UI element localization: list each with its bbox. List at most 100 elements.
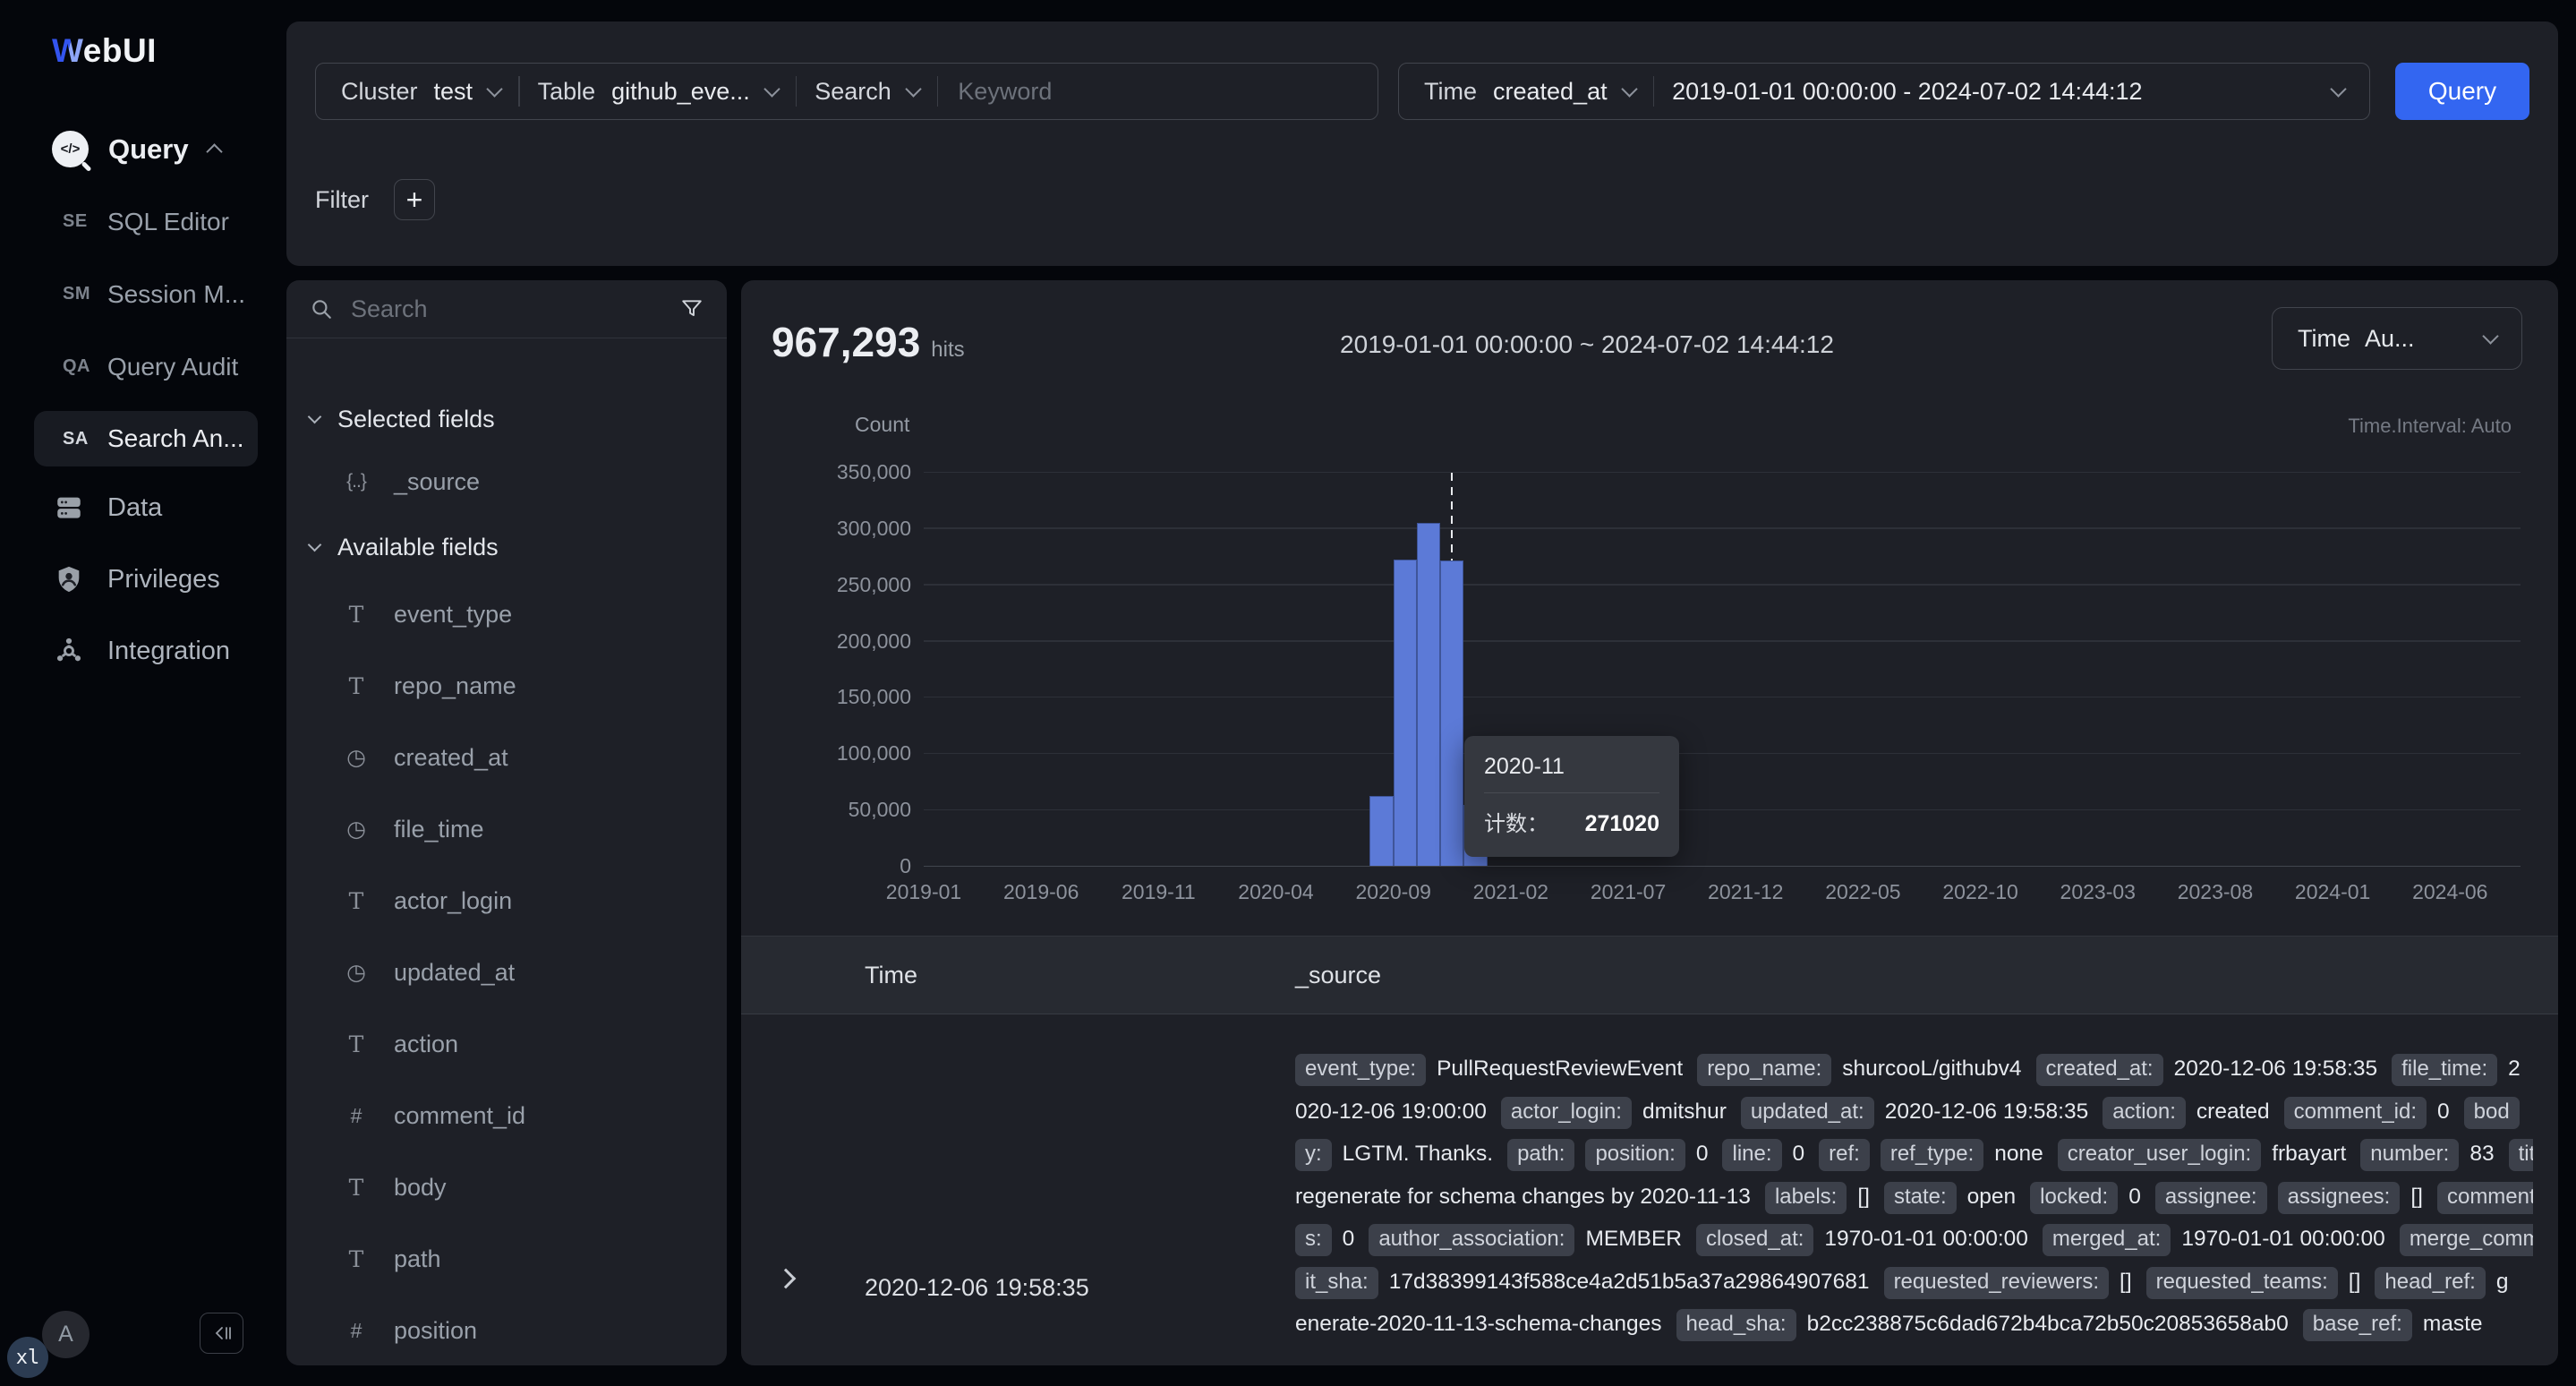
chevron-down-icon[interactable]	[2330, 81, 2346, 97]
cluster-label: Cluster	[341, 78, 418, 106]
source-value: 020-12-06 19:00:00	[1295, 1099, 1487, 1124]
x-axis: 2019-012019-062019-112020-042020-092021-…	[924, 880, 2521, 912]
sidebar-query-items: SE SQL Editor SM Session M... QA Query A…	[0, 185, 286, 475]
source-key-badge: comment_id:	[2284, 1097, 2427, 1129]
field-item[interactable]: T body	[286, 1151, 727, 1223]
chart-bar[interactable]	[1394, 560, 1417, 866]
sidebar-item-data[interactable]: Data	[0, 472, 286, 543]
source-value: 0	[1696, 1142, 1709, 1166]
avatar[interactable]: A	[42, 1311, 90, 1358]
source-value: shurcooL/githubv4	[1842, 1057, 2021, 1081]
time-dd-value: Au...	[2365, 325, 2415, 353]
y-axis: 050,000100,000150,000200,000250,000300,0…	[741, 473, 913, 867]
y-axis-tick: 0	[741, 854, 911, 878]
field-item[interactable]: ◷ updated_at	[286, 937, 727, 1008]
chart-bar[interactable]	[1369, 796, 1393, 866]
tooltip-row: 计数： 271020	[1484, 806, 1659, 837]
item-abbr: SE	[63, 211, 107, 232]
available-fields-header[interactable]: Available fields	[286, 516, 727, 578]
field-item[interactable]: T path	[286, 1223, 727, 1295]
nav-label: Data	[107, 493, 162, 523]
field-label: action	[394, 1031, 458, 1058]
source-line: event_type:PullRequestReviewEventrepo_na…	[1295, 1048, 2533, 1091]
time-field-value: created_at	[1493, 78, 1608, 106]
source-cell: event_type:PullRequestReviewEventrepo_na…	[1262, 1014, 2558, 1365]
field-type-icon: #	[338, 1319, 374, 1343]
gridline	[924, 640, 2521, 642]
x-axis-tick: 2023-08	[2178, 880, 2253, 904]
sidebar-item-privileges[interactable]: Privileges	[0, 543, 286, 615]
gridline	[924, 697, 2521, 698]
tooltip-divider	[1484, 792, 1659, 793]
source-key-badge: head_ref:	[2375, 1267, 2485, 1299]
table-select[interactable]: Table github_eve...	[538, 78, 778, 106]
filter-funnel-icon[interactable]	[680, 297, 704, 321]
field-item[interactable]: T event_type	[286, 578, 727, 650]
x-axis-tick: 2020-09	[1355, 880, 1430, 904]
sidebar-item-session-management[interactable]: SM Session M...	[0, 258, 286, 330]
source-line: it_sha:17d38399143f588ce4a2d51b5a37a2986…	[1295, 1261, 2533, 1304]
source-key-badge: position:	[1585, 1139, 1685, 1171]
time-field-select[interactable]: Time created_at	[1424, 78, 1635, 106]
sidebar-section-label: Query	[108, 133, 189, 166]
time-interval-dropdown[interactable]: Time Au...	[2272, 307, 2522, 370]
chevron-down-icon	[2482, 328, 2498, 344]
database-icon	[54, 492, 84, 523]
search-type-select[interactable]: Search	[815, 78, 919, 106]
source-key-badge: assignees:	[2278, 1182, 2401, 1214]
user-badge[interactable]: xl	[7, 1337, 48, 1378]
query-button[interactable]: Query	[2395, 63, 2529, 120]
sidebar-item-sql-editor[interactable]: SE SQL Editor	[0, 185, 286, 258]
y-axis-tick: 350,000	[741, 460, 911, 484]
field-item[interactable]: T actor_login	[286, 865, 727, 937]
chevron-down-icon	[1621, 81, 1637, 97]
source-value: 1970-01-01 00:00:00	[1824, 1227, 2028, 1251]
field-item[interactable]: T action	[286, 1008, 727, 1080]
source-value: 2020-12-06 19:58:35	[1885, 1099, 2089, 1124]
chart-bar[interactable]	[1440, 560, 1463, 866]
gridline	[924, 753, 2521, 755]
field-item[interactable]: T repo_name	[286, 650, 727, 722]
time-range-value[interactable]: 2019-01-01 00:00:00 - 2024-07-02 14:44:1…	[1672, 78, 2142, 106]
source-key-badge: action:	[2103, 1097, 2186, 1129]
chart-bar[interactable]	[1417, 523, 1440, 866]
field-item-source[interactable]: {..} _source	[286, 448, 727, 516]
results-range-title: 2019-01-01 00:00:00 ~ 2024-07-02 14:44:1…	[741, 330, 2433, 359]
source-value: []	[2410, 1185, 2423, 1209]
source-key-badge: locked:	[2030, 1182, 2118, 1214]
sidebar-item-search-analytics[interactable]: SA Search An...	[34, 411, 258, 466]
tooltip-label: 计数：	[1484, 806, 1548, 837]
sidebar-item-integration[interactable]: Integration	[0, 615, 286, 687]
fields-search-input[interactable]	[349, 295, 664, 324]
add-filter-button[interactable]: +	[394, 179, 435, 220]
app-logo: WebUI	[52, 32, 157, 70]
source-key-badge: creator_user_login:	[2058, 1139, 2261, 1171]
expand-row-button[interactable]	[741, 1014, 831, 1365]
source-value: 17d38399143f588ce4a2d51b5a37a29864907681	[1389, 1270, 1870, 1294]
source-key-badge: merged_at:	[2043, 1224, 2171, 1256]
table-header: Time _source	[741, 936, 2558, 1014]
gridline	[924, 584, 2521, 586]
shield-user-icon	[54, 564, 84, 595]
source-value: 0	[2128, 1185, 2141, 1209]
collapse-sidebar-button[interactable]	[200, 1313, 243, 1354]
field-item[interactable]: # position	[286, 1295, 727, 1365]
source-key-badge: event_type:	[1295, 1054, 1426, 1086]
table-row[interactable]: 2020-12-06 19:58:35 event_type:PullReque…	[741, 1014, 2558, 1365]
cluster-select[interactable]: Cluster test	[341, 78, 500, 106]
source-key-badge: requested_teams:	[2146, 1267, 2338, 1299]
logo-rest: ebUI	[83, 32, 157, 69]
sidebar-item-query-audit[interactable]: QA Query Audit	[0, 330, 286, 403]
field-item[interactable]: ◷ file_time	[286, 793, 727, 865]
source-key-badge: base_ref:	[2303, 1309, 2412, 1341]
field-item[interactable]: ◷ created_at	[286, 722, 727, 793]
selected-fields-header[interactable]: Selected fields	[286, 390, 727, 448]
field-item[interactable]: # comment_id	[286, 1080, 727, 1151]
query-bar-card: Cluster test Table github_eve... Search	[286, 21, 2558, 266]
keyword-input[interactable]	[956, 77, 1352, 107]
table-value: github_eve...	[611, 78, 750, 106]
source-value: regenerate for schema changes by 2020-11…	[1295, 1185, 1751, 1209]
gridline	[924, 809, 2521, 811]
y-axis-tick: 250,000	[741, 573, 911, 597]
sidebar-section-query[interactable]: </> Query	[52, 131, 220, 167]
